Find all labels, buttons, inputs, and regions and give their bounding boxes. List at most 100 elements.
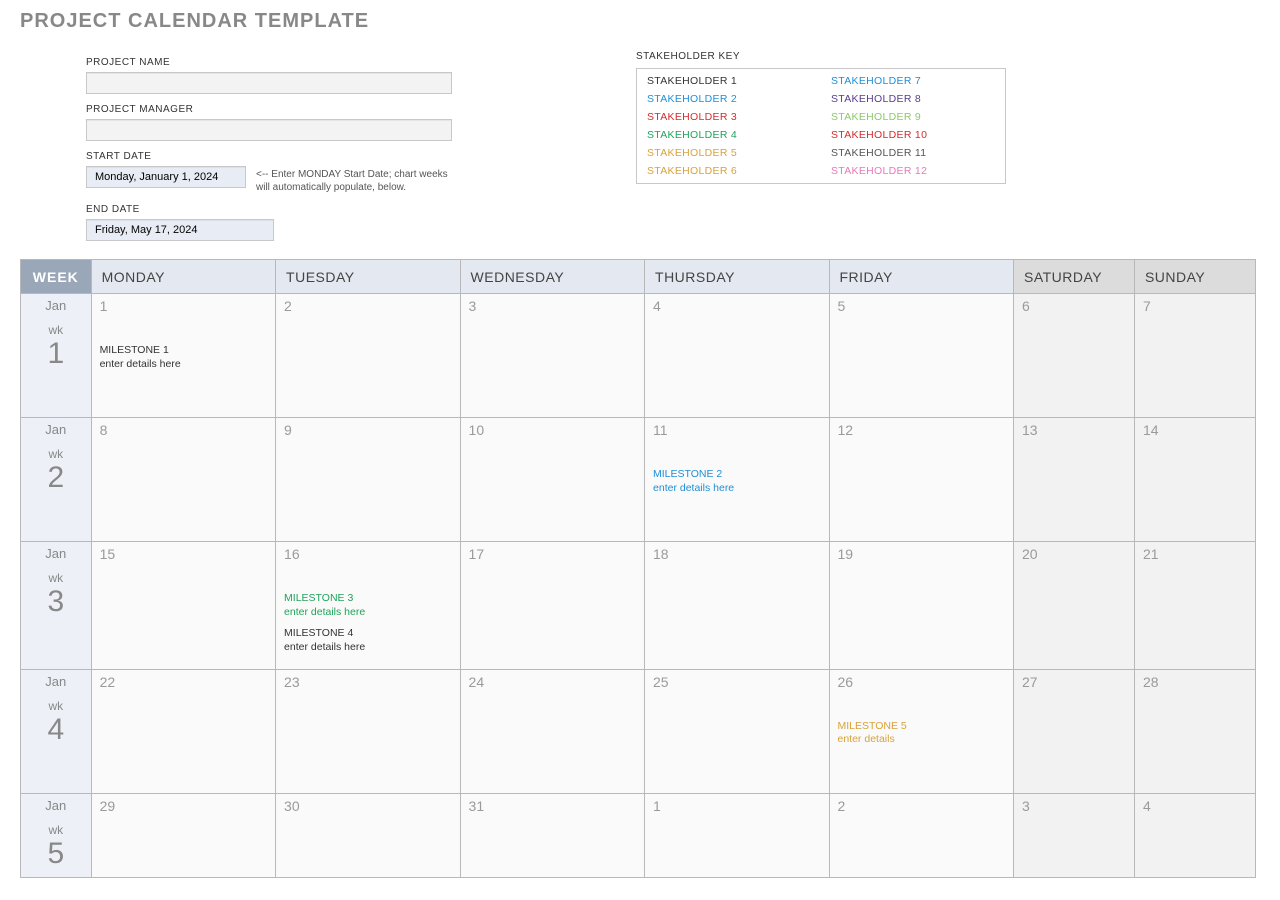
day-cell[interactable]: 3 — [1013, 793, 1134, 877]
day-number: 2 — [284, 298, 451, 314]
stakeholder-key-item: STAKEHOLDER 2 — [647, 93, 811, 105]
start-date-hint: <-- Enter MONDAY Start Date; chart weeks… — [256, 168, 456, 194]
stakeholder-key-item: STAKEHOLDER 1 — [647, 75, 811, 87]
start-date-input[interactable] — [86, 166, 246, 188]
week-row: Janwk31516MILESTONE 3enter details hereM… — [21, 542, 1256, 670]
week-month: Jan — [21, 674, 91, 689]
day-cell[interactable]: 25 — [645, 669, 829, 793]
milestone-title: MILESTONE 5 — [838, 720, 907, 732]
day-cell[interactable]: 15 — [91, 542, 275, 670]
day-cell[interactable]: 8 — [91, 418, 275, 542]
day-cell[interactable]: 6 — [1013, 294, 1134, 418]
calendar-table: WEEK MONDAYTUESDAYWEDNESDAYTHURSDAYFRIDA… — [20, 259, 1256, 878]
day-cell[interactable]: 5 — [829, 294, 1013, 418]
day-cell[interactable]: 29 — [91, 793, 275, 877]
milestone: MILESTONE 1enter details here — [100, 344, 267, 371]
day-cell[interactable]: 19 — [829, 542, 1013, 670]
project-name-label: PROJECT NAME — [86, 57, 456, 68]
day-cell[interactable]: 13 — [1013, 418, 1134, 542]
day-number: 1 — [100, 298, 267, 314]
day-cell[interactable]: 18 — [645, 542, 829, 670]
day-cell[interactable]: 1 MILESTONE 1enter details here — [91, 294, 275, 418]
day-number: 3 — [1022, 798, 1126, 814]
day-number: 10 — [469, 422, 636, 438]
day-cell[interactable]: 7 — [1134, 294, 1255, 418]
day-number: 6 — [1022, 298, 1126, 314]
milestone-title: MILESTONE 1 — [100, 344, 169, 356]
day-cell[interactable]: 4 — [645, 294, 829, 418]
day-cell[interactable]: 24 — [460, 669, 644, 793]
day-cell[interactable]: 16MILESTONE 3enter details hereMILESTONE… — [276, 542, 460, 670]
week-month: Jan — [21, 422, 91, 437]
day-cell[interactable]: 4 — [1134, 793, 1255, 877]
day-cell[interactable]: 11MILESTONE 2enter details here — [645, 418, 829, 542]
day-number: 3 — [469, 298, 636, 314]
milestone-title: MILESTONE 4 — [284, 627, 353, 639]
day-number: 22 — [100, 674, 267, 690]
stakeholder-key-item: STAKEHOLDER 6 — [647, 165, 811, 177]
stakeholder-key-item: STAKEHOLDER 4 — [647, 129, 811, 141]
week-number: 1 — [21, 339, 91, 369]
day-header: WEDNESDAY — [460, 260, 644, 294]
day-number: 20 — [1022, 546, 1126, 562]
calendar-body: Janwk11MILESTONE 1enter details here2345… — [21, 294, 1256, 878]
day-number: 27 — [1022, 674, 1126, 690]
week-abbrev: wk — [21, 699, 91, 713]
week-row: Janwk52930311234 — [21, 793, 1256, 877]
top-panel: PROJECT NAME PROJECT MANAGER START DATE … — [20, 51, 1260, 241]
week-abbrev: wk — [21, 447, 91, 461]
week-cell: Jan wk 1 — [21, 294, 92, 418]
page-title: PROJECT CALENDAR TEMPLATE — [20, 10, 1260, 33]
day-cell[interactable]: 27 — [1013, 669, 1134, 793]
day-number: 7 — [1143, 298, 1247, 314]
week-abbrev: wk — [21, 323, 91, 337]
day-cell[interactable]: 23 — [276, 669, 460, 793]
day-number: 15 — [100, 546, 267, 562]
week-row: Jan wk 1 1 MILESTONE 1enter details here 2 345… — [21, 294, 1256, 418]
stakeholder-key: STAKEHOLDER KEY STAKEHOLDER 1STAKEHOLDER… — [636, 51, 1006, 241]
day-cell[interactable]: 26MILESTONE 5enter details — [829, 669, 1013, 793]
day-cell[interactable]: 28 — [1134, 669, 1255, 793]
milestone: MILESTONE 2enter details here — [653, 468, 820, 495]
day-header: FRIDAY — [829, 260, 1013, 294]
day-cell[interactable]: 20 — [1013, 542, 1134, 670]
day-cell[interactable]: 22 — [91, 669, 275, 793]
week-number: 4 — [21, 715, 91, 745]
week-number: 3 — [21, 587, 91, 617]
day-number: 24 — [469, 674, 636, 690]
stakeholder-key-item: STAKEHOLDER 5 — [647, 147, 811, 159]
end-date-label: END DATE — [86, 204, 456, 215]
week-header: WEEK — [21, 260, 92, 294]
day-cell[interactable]: 9 — [276, 418, 460, 542]
week-abbrev: wk — [21, 571, 91, 585]
day-header: SATURDAY — [1013, 260, 1134, 294]
week-number: 5 — [21, 839, 91, 869]
stakeholder-key-item: STAKEHOLDER 10 — [831, 129, 995, 141]
project-info: PROJECT NAME PROJECT MANAGER START DATE … — [86, 51, 456, 241]
day-number: 14 — [1143, 422, 1247, 438]
stakeholder-key-item: STAKEHOLDER 8 — [831, 93, 995, 105]
day-header: MONDAY — [91, 260, 275, 294]
project-name-input[interactable] — [86, 72, 452, 94]
day-cell[interactable]: 17 — [460, 542, 644, 670]
day-header: THURSDAY — [645, 260, 829, 294]
week-month: Jan — [21, 298, 91, 313]
day-cell[interactable]: 1 — [645, 793, 829, 877]
day-cell[interactable]: 3 — [460, 294, 644, 418]
day-cell[interactable]: 2 — [829, 793, 1013, 877]
day-cell[interactable]: 31 — [460, 793, 644, 877]
day-cell[interactable]: 2 — [276, 294, 460, 418]
day-cell[interactable]: 21 — [1134, 542, 1255, 670]
day-number: 12 — [838, 422, 1005, 438]
day-number: 16 — [284, 546, 451, 562]
day-cell[interactable]: 10 — [460, 418, 644, 542]
day-cell[interactable]: 12 — [829, 418, 1013, 542]
end-date-input[interactable] — [86, 219, 274, 241]
stakeholder-key-item: STAKEHOLDER 7 — [831, 75, 995, 87]
week-cell: Janwk3 — [21, 542, 92, 670]
day-number: 8 — [100, 422, 267, 438]
project-manager-input[interactable] — [86, 119, 452, 141]
day-cell[interactable]: 14 — [1134, 418, 1255, 542]
day-cell[interactable]: 30 — [276, 793, 460, 877]
milestone: MILESTONE 4enter details here — [284, 627, 451, 654]
